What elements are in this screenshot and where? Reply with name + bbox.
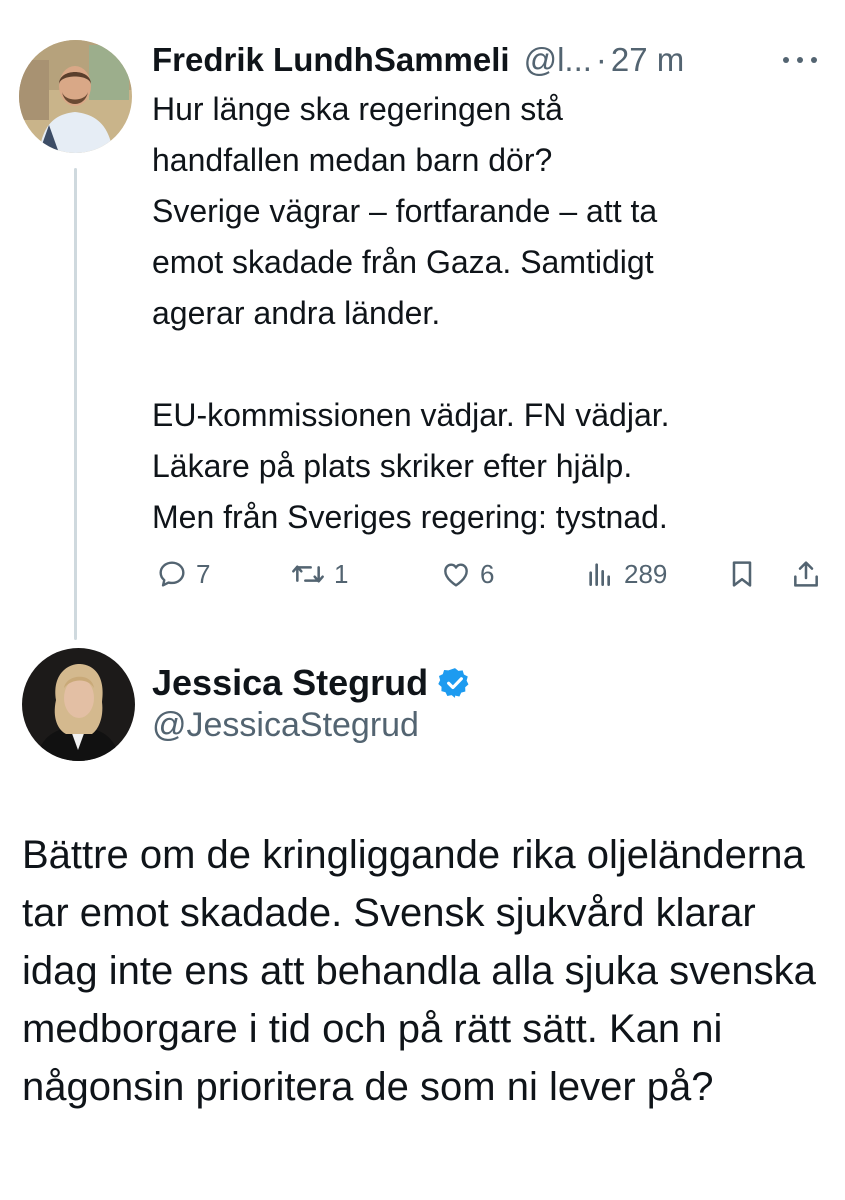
views-count: 289 — [624, 558, 668, 589]
views-icon — [589, 563, 610, 586]
repost-icon — [292, 565, 324, 583]
avatar-jessica[interactable] — [22, 648, 135, 761]
views-button[interactable]: 289 — [584, 552, 667, 596]
like-button[interactable]: 6 — [440, 552, 494, 596]
avatar-fredrik[interactable] — [19, 40, 132, 153]
reply-button[interactable]: 7 — [156, 552, 210, 596]
bookmark-button[interactable] — [726, 552, 758, 596]
author-name[interactable]: Fredrik LundhSammeli — [152, 41, 510, 79]
bookmark-icon — [732, 561, 752, 587]
quoted-post-header: Fredrik LundhSammeli @l... · 27 m — [152, 36, 832, 84]
reply-post-text: Bättre om de kringliggande rika oljeländ… — [22, 833, 816, 1109]
repost-button[interactable]: 1 — [290, 552, 348, 596]
more-icon[interactable] — [778, 54, 822, 66]
post-action-bar: 7 1 6 289 — [150, 552, 830, 596]
author-handle[interactable]: @JessicaStegrud — [152, 706, 419, 745]
author-name[interactable]: Jessica Stegrud — [152, 662, 428, 704]
share-button[interactable] — [790, 552, 822, 596]
like-icon — [444, 563, 468, 587]
thread-connector-line — [74, 168, 77, 640]
author-handle[interactable]: @l... — [524, 41, 592, 79]
verified-badge-icon — [438, 668, 469, 698]
repost-count: 1 — [334, 558, 349, 589]
share-icon — [794, 561, 818, 587]
reply-icon — [159, 561, 185, 587]
reply-count: 7 — [196, 558, 211, 589]
quoted-post-text: Hur länge ska regeringen stå handfallen … — [152, 91, 670, 535]
like-count: 6 — [480, 558, 495, 589]
reply-author-name-row: Jessica Stegrud — [152, 658, 472, 708]
post-time[interactable]: 27 m — [611, 41, 684, 79]
header-separator: · — [595, 41, 607, 78]
